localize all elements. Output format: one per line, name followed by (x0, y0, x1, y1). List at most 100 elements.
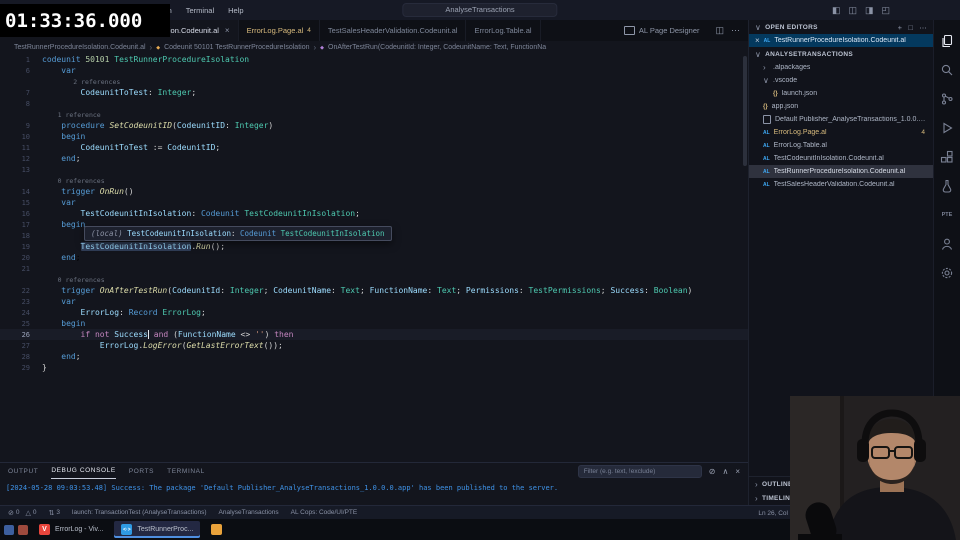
split-editor-icon[interactable]: ◫ (715, 25, 724, 36)
window-title[interactable]: AnalyseTransactions (402, 3, 558, 17)
cursor-position[interactable]: Ln 26, Col (758, 506, 788, 520)
launch-config[interactable]: launch: TransactionTest (AnalyseTransact… (72, 509, 207, 516)
console-filter-input[interactable] (577, 464, 702, 478)
toggle-secondary-sidebar-icon[interactable]: ◨ (865, 5, 874, 16)
code-line[interactable]: 9 procedure SetCodeunitID(CodeunitID: In… (0, 120, 748, 131)
code-line[interactable]: 13 (0, 164, 748, 175)
code-line[interactable]: 11 CodeunitToTest := CodeunitID; (0, 142, 748, 153)
close-tab-icon[interactable]: × (225, 26, 230, 35)
al-cops[interactable]: AL Cops: Code/UI/PTE (291, 509, 358, 516)
code-line[interactable]: 25 begin (0, 318, 748, 329)
tab-TestSalesHeaderValidation.Codeunit.al[interactable]: TestSalesHeaderValidation.Codeunit.al (319, 20, 467, 41)
ports-icon: ⇅ (48, 509, 55, 517)
folder-item-.alpackages[interactable]: › .alpackages (749, 61, 933, 74)
files-icon[interactable] (940, 34, 954, 48)
project-section-header[interactable]: ∨ ANALYSETRANSACTIONS (749, 47, 933, 61)
code-line[interactable]: 20 end; (0, 252, 748, 263)
menu-help[interactable]: Help (228, 6, 243, 15)
code-line[interactable]: 10 begin (0, 131, 748, 142)
file-item-launch.json[interactable]: {} launch.json (749, 87, 933, 100)
file-item-app.json[interactable]: {} app.json (749, 100, 933, 113)
breadcrumb-item[interactable]: TestRunnerProcedureIsolation.Codeunit.al (14, 44, 146, 51)
al-workspace[interactable]: AnalyseTransactions (219, 509, 279, 516)
run-debug-icon[interactable] (940, 121, 954, 135)
file-item-TestRunnerProcedureIsolation.Codeunit.al[interactable]: AL TestRunnerProcedureIsolation.Codeunit.… (749, 165, 933, 178)
tray-icon-2[interactable] (18, 524, 28, 535)
clear-console-icon[interactable]: ⊘ (709, 467, 716, 476)
breadcrumb-item[interactable]: OnAfterTestRun(CodeunitId: Integer, Code… (328, 44, 546, 51)
toggle-panel-icon[interactable]: ◫ (848, 5, 857, 16)
pte-icon[interactable]: PTE (940, 208, 954, 222)
problems-indicator[interactable]: ⊘ 0 △ 0 (8, 509, 37, 517)
tray-icon-1[interactable] (4, 524, 14, 535)
tab-ErrorLog.Page.al[interactable]: ErrorLog.Page.al 4 (238, 20, 320, 41)
breadcrumb-item[interactable]: Codeunit 50101 TestRunnerProcedureIsolat… (164, 44, 309, 51)
breadcrumb-separator: › (149, 43, 153, 52)
new-file-icon[interactable]: + (898, 23, 903, 32)
source-control-icon[interactable] (940, 92, 954, 106)
json-file-icon: {} (773, 90, 778, 97)
account-icon[interactable] (940, 237, 954, 251)
close-editor-icon[interactable]: × (755, 36, 760, 45)
code-line[interactable]: 7 CodeunitToTest: Integer; (0, 87, 748, 98)
editor-scrollbar[interactable] (743, 56, 747, 166)
code-line[interactable]: 15 var (0, 197, 748, 208)
codelens-row[interactable]: 1 reference (0, 109, 748, 120)
code-line[interactable]: 12 end; (0, 153, 748, 164)
maximize-panel-icon[interactable]: ∧ (722, 467, 728, 476)
debug-console-output[interactable]: [2024-05-28 09:03:53.48] Success: The pa… (0, 479, 748, 492)
code-line[interactable]: 24 ErrorLog: Record ErrorLog; (0, 307, 748, 318)
code-line[interactable]: 16 TestCodeunitInIsolation: Codeunit Tes… (0, 208, 748, 219)
panel-tab-output[interactable]: OUTPUT (8, 464, 38, 479)
file-item-TestCodeunitInIsolation.Codeunit.al[interactable]: AL TestCodeunitInIsolation.Codeunit.al (749, 152, 933, 165)
code-line[interactable]: 21 (0, 263, 748, 274)
taskbar-app-vscode[interactable]: <·> TestRunnerProc... (114, 521, 201, 538)
settings-icon[interactable] (940, 266, 954, 280)
ports-indicator[interactable]: ⇅ 3 (49, 509, 61, 517)
close-panel-icon[interactable]: × (735, 467, 740, 476)
file-label: launch.json (781, 90, 818, 97)
code-line[interactable]: 1 codeunit 50101 TestRunnerProcedureIsola… (0, 54, 748, 65)
more-actions-icon[interactable]: ⋯ (731, 25, 740, 36)
toggle-sidebar-icon[interactable]: ◧ (832, 5, 841, 16)
extensions-icon[interactable] (940, 150, 954, 164)
code-line[interactable]: 19 TestCodeunitInIsolation.Run(); (0, 241, 748, 252)
panel-tab-debug-console[interactable]: DEBUG CONSOLE (51, 463, 116, 479)
code-line[interactable]: 27 ErrorLog.LogError(GetLastErrorText())… (0, 340, 748, 351)
code-line[interactable]: 28 end; (0, 351, 748, 362)
test-flask-icon[interactable] (940, 179, 954, 193)
more-actions-icon[interactable]: ⋯ (919, 23, 927, 32)
vscode-window: RunTerminalHelp AnalyseTransactions ◧◫◨◰… (0, 0, 960, 540)
taskbar-app-vivaldi[interactable]: V ErrorLog - Viv... (32, 521, 110, 538)
file-item-ErrorLog.Table.al[interactable]: AL ErrorLog.Table.al (749, 139, 933, 152)
panel-tab-terminal[interactable]: TERMINAL (167, 464, 205, 479)
code-line[interactable]: 26 if not Success and (FunctionName <> '… (0, 329, 748, 340)
codelens-row[interactable]: 2 references (0, 76, 748, 87)
tab-ErrorLog.Table.al[interactable]: ErrorLog.Table.al (466, 20, 541, 41)
open-editors-header[interactable]: ∨ OPEN EDITORS + □ ⋯ (749, 20, 933, 34)
save-all-icon[interactable]: □ (908, 23, 913, 32)
file-item-TestSalesHeaderValidation.Codeunit.al[interactable]: AL TestSalesHeaderValidation.Codeunit.al (749, 178, 933, 191)
folder-item-.vscode[interactable]: ∨ .vscode (749, 74, 933, 87)
code-editor[interactable]: 1 codeunit 50101 TestRunnerProcedureIsola… (0, 54, 748, 462)
search-icon[interactable] (940, 63, 954, 77)
taskbar-app-folder[interactable] (204, 521, 229, 538)
codelens-row[interactable]: 0 references (0, 175, 748, 186)
panel-tab-ports[interactable]: PORTS (129, 464, 154, 479)
file-item-ErrorLog.Page.al[interactable]: AL ErrorLog.Page.al 4 (749, 126, 933, 139)
file-item-Default Publisher_AnalyseTransactions_1.0.0.0.app[interactable]: Default Publisher_AnalyseTransactions_1.… (749, 113, 933, 126)
code-line[interactable]: 8 (0, 98, 748, 109)
code-line[interactable]: 23 var (0, 296, 748, 307)
code-line[interactable]: 22 trigger OnAfterTestRun(CodeunitId: In… (0, 285, 748, 296)
code-line[interactable]: 29} (0, 362, 748, 373)
open-editor-item[interactable]: × AL TestRunnerProcedureIsolation.Codeunit… (749, 34, 933, 47)
tab-al-page-designer[interactable]: AL Page Designer (616, 20, 708, 41)
menu-terminal[interactable]: Terminal (186, 6, 214, 15)
code-line[interactable]: 6 var (0, 65, 748, 76)
method-symbol-icon: ◆ (320, 44, 325, 51)
taskbar-apps: V ErrorLog - Viv... <·> TestRunnerProc... (32, 521, 229, 538)
customize-layout-icon[interactable]: ◰ (881, 5, 890, 16)
warnings-count: 0 (32, 509, 37, 516)
code-line[interactable]: 14 trigger OnRun() (0, 186, 748, 197)
codelens-row[interactable]: 0 references (0, 274, 748, 285)
